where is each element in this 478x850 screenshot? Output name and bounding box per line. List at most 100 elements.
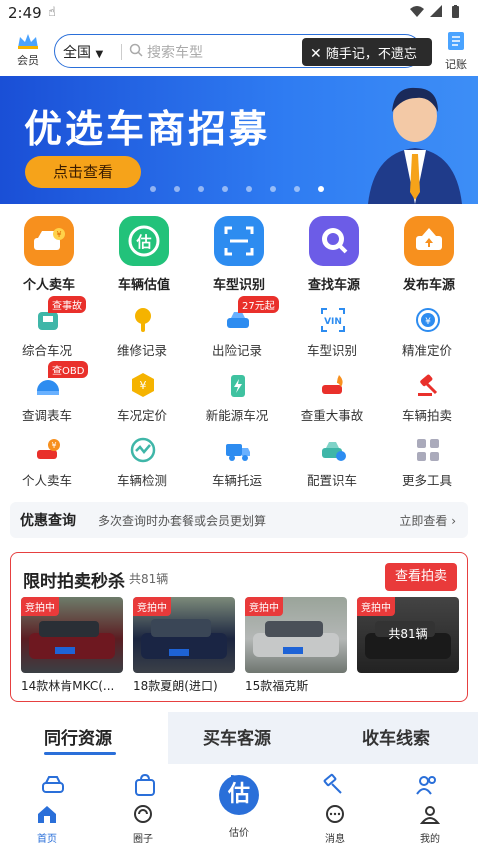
tool-item[interactable]: 更多工具 <box>380 430 475 488</box>
car-icon[interactable] <box>40 772 66 798</box>
promo-banner[interactable]: 优选车商招募 点击查看 <box>0 76 478 204</box>
tool-item[interactable]: VIN 车型识别 <box>285 300 380 358</box>
tool-label: 更多工具 <box>401 473 452 488</box>
users-icon[interactable] <box>414 772 440 798</box>
tab-buyer-leads[interactable]: 买车客源 <box>203 724 271 749</box>
gavel-outline-icon[interactable] <box>320 772 346 798</box>
main-feature-3[interactable] <box>214 216 264 266</box>
ledger-tooltip[interactable]: ✕ 随手记，不遗忘 <box>302 38 432 66</box>
nav-circle[interactable]: 圈子 <box>113 804 173 845</box>
promo-link[interactable]: 立即查看 › <box>399 512 456 529</box>
banner-dot-active[interactable] <box>318 186 324 192</box>
tool-label: 维修记录 <box>116 343 167 358</box>
svg-text:¥: ¥ <box>425 317 431 327</box>
touch-icon: ☝ <box>48 5 56 20</box>
nav-label: 估价 <box>229 828 249 839</box>
auction-title: 限时拍卖秒杀 <box>23 572 125 592</box>
vin-icon: VIN <box>321 308 345 332</box>
fire-car-icon <box>322 375 343 394</box>
svg-text:¥: ¥ <box>51 441 56 450</box>
wifi-signal-battery-icon <box>410 5 459 18</box>
caret-down-icon: ▼ <box>95 49 104 60</box>
auction-car-name: 14款林肯MKC(... <box>21 679 115 693</box>
scan-icon <box>224 226 254 256</box>
tools-row-3: ¥ 个人卖车 车辆检测 车辆托运 配置识车 更多工具 <box>0 430 478 490</box>
tool-label: 出险记录 <box>211 343 262 358</box>
tool-item[interactable]: 查事故 综合车况 <box>0 296 95 358</box>
tool-item[interactable]: 车辆检测 <box>95 430 190 488</box>
banner-view-button[interactable]: 点击查看 <box>25 156 141 188</box>
vip-entry[interactable]: 会员 <box>12 32 44 68</box>
tool-item[interactable]: 查重大事故 <box>285 365 380 423</box>
tools-row-2: 查OBD 查调表车 ¥ 车况定价 新能源车况 查重大事故 车辆拍卖 <box>0 361 478 425</box>
bidding-badge: 竞拍中 <box>357 597 395 616</box>
city-selector[interactable]: 全国 ▼ <box>63 42 103 62</box>
tool-item[interactable]: 车辆拍卖 <box>380 365 475 423</box>
promo-row[interactable]: 优惠查询 多次查询时办套餐或会员更划算 立即查看 › <box>10 502 468 538</box>
chevron-right-icon: › <box>451 514 456 528</box>
tool-item[interactable]: ¥ 车况定价 <box>95 365 190 423</box>
ledger-entry[interactable]: 记账 <box>440 30 472 72</box>
banner-dot[interactable] <box>198 186 204 192</box>
nav-label: 圈子 <box>133 834 153 845</box>
main-feature-2[interactable]: 估 <box>119 216 169 266</box>
tool-label: 车辆检测 <box>116 473 167 488</box>
close-icon[interactable]: ✕ <box>310 46 322 62</box>
auction-car-1[interactable]: 竞拍中 <box>21 597 123 673</box>
svg-text:VIN: VIN <box>324 317 342 327</box>
main-feature-grid: ¥ 个人卖车 估 车辆估值 车型识别 查找车源 发布车源 <box>0 214 478 294</box>
tab-peer-resources[interactable]: 同行资源 <box>44 724 112 749</box>
banner-dot[interactable] <box>270 186 276 192</box>
yuan-hex-icon: ¥ <box>132 373 154 397</box>
search-icon <box>129 43 143 61</box>
nav-profile[interactable]: 我的 <box>400 804 460 845</box>
view-auction-button[interactable]: 查看拍卖 <box>385 563 457 591</box>
car-sell-icon: ¥ <box>34 228 65 250</box>
main-feature-5[interactable] <box>404 216 454 266</box>
home-icon <box>38 806 56 823</box>
circle-icon <box>134 805 152 823</box>
vip-label: 会员 <box>17 54 39 67</box>
search-car-icon <box>322 228 348 254</box>
auction-car-4[interactable]: 竞拍中 共81辆 <box>357 597 459 673</box>
main-feature-label: 查找车源 <box>307 278 360 293</box>
tool-item[interactable]: 27元起 出险记录 <box>190 296 285 358</box>
bidding-badge: 竞拍中 <box>245 597 283 616</box>
car-yuan-icon: ¥ <box>37 439 60 459</box>
wrench-icon <box>135 308 151 332</box>
main-feature-1[interactable]: ¥ <box>24 216 74 266</box>
main-feature-label: 车型识别 <box>212 278 265 293</box>
tool-item[interactable]: 新能源车况 <box>190 365 285 423</box>
promo-link-label: 立即查看 <box>399 514 448 528</box>
tool-item[interactable]: 配置识车 <box>285 430 380 488</box>
svg-text:估: 估 <box>135 233 151 251</box>
banner-dot[interactable] <box>222 186 228 192</box>
auction-car-3[interactable]: 竞拍中 <box>245 597 347 673</box>
tool-item[interactable]: ¥ 个人卖车 <box>0 430 95 488</box>
tool-tag: 查OBD <box>48 361 89 378</box>
message-icon <box>326 805 344 823</box>
banner-dot[interactable] <box>174 186 180 192</box>
tool-item[interactable]: 车辆托运 <box>190 430 285 488</box>
search-divider <box>121 44 122 60</box>
banner-dot[interactable] <box>294 186 300 192</box>
tab-purchase-clues[interactable]: 收车线索 <box>362 724 430 749</box>
search-input[interactable]: 搜索车型 <box>147 42 203 62</box>
main-feature-label: 车辆估值 <box>117 278 170 293</box>
valuation-fab-button[interactable]: 估 <box>219 775 259 815</box>
nav-valuation[interactable]: 估价 <box>209 822 269 839</box>
banner-dot[interactable] <box>246 186 252 192</box>
nav-home[interactable]: 首页 <box>17 804 77 845</box>
tool-item[interactable]: 维修记录 <box>95 300 190 358</box>
tool-label: 车辆托运 <box>211 473 262 488</box>
auction-car-2[interactable]: 竞拍中 <box>133 597 235 673</box>
main-feature-4[interactable] <box>309 216 359 266</box>
banner-title: 优选车商招募 <box>24 107 271 151</box>
nav-messages[interactable]: 消息 <box>305 804 365 845</box>
promo-text: 多次查询时办套餐或会员更划算 <box>98 514 267 528</box>
tool-item[interactable]: 查OBD 查调表车 <box>0 361 95 423</box>
shopping-bag-icon[interactable] <box>132 772 158 798</box>
gavel-icon <box>418 374 438 396</box>
banner-dot[interactable] <box>150 186 156 192</box>
tool-item[interactable]: ¥ 精准定价 <box>380 300 475 358</box>
